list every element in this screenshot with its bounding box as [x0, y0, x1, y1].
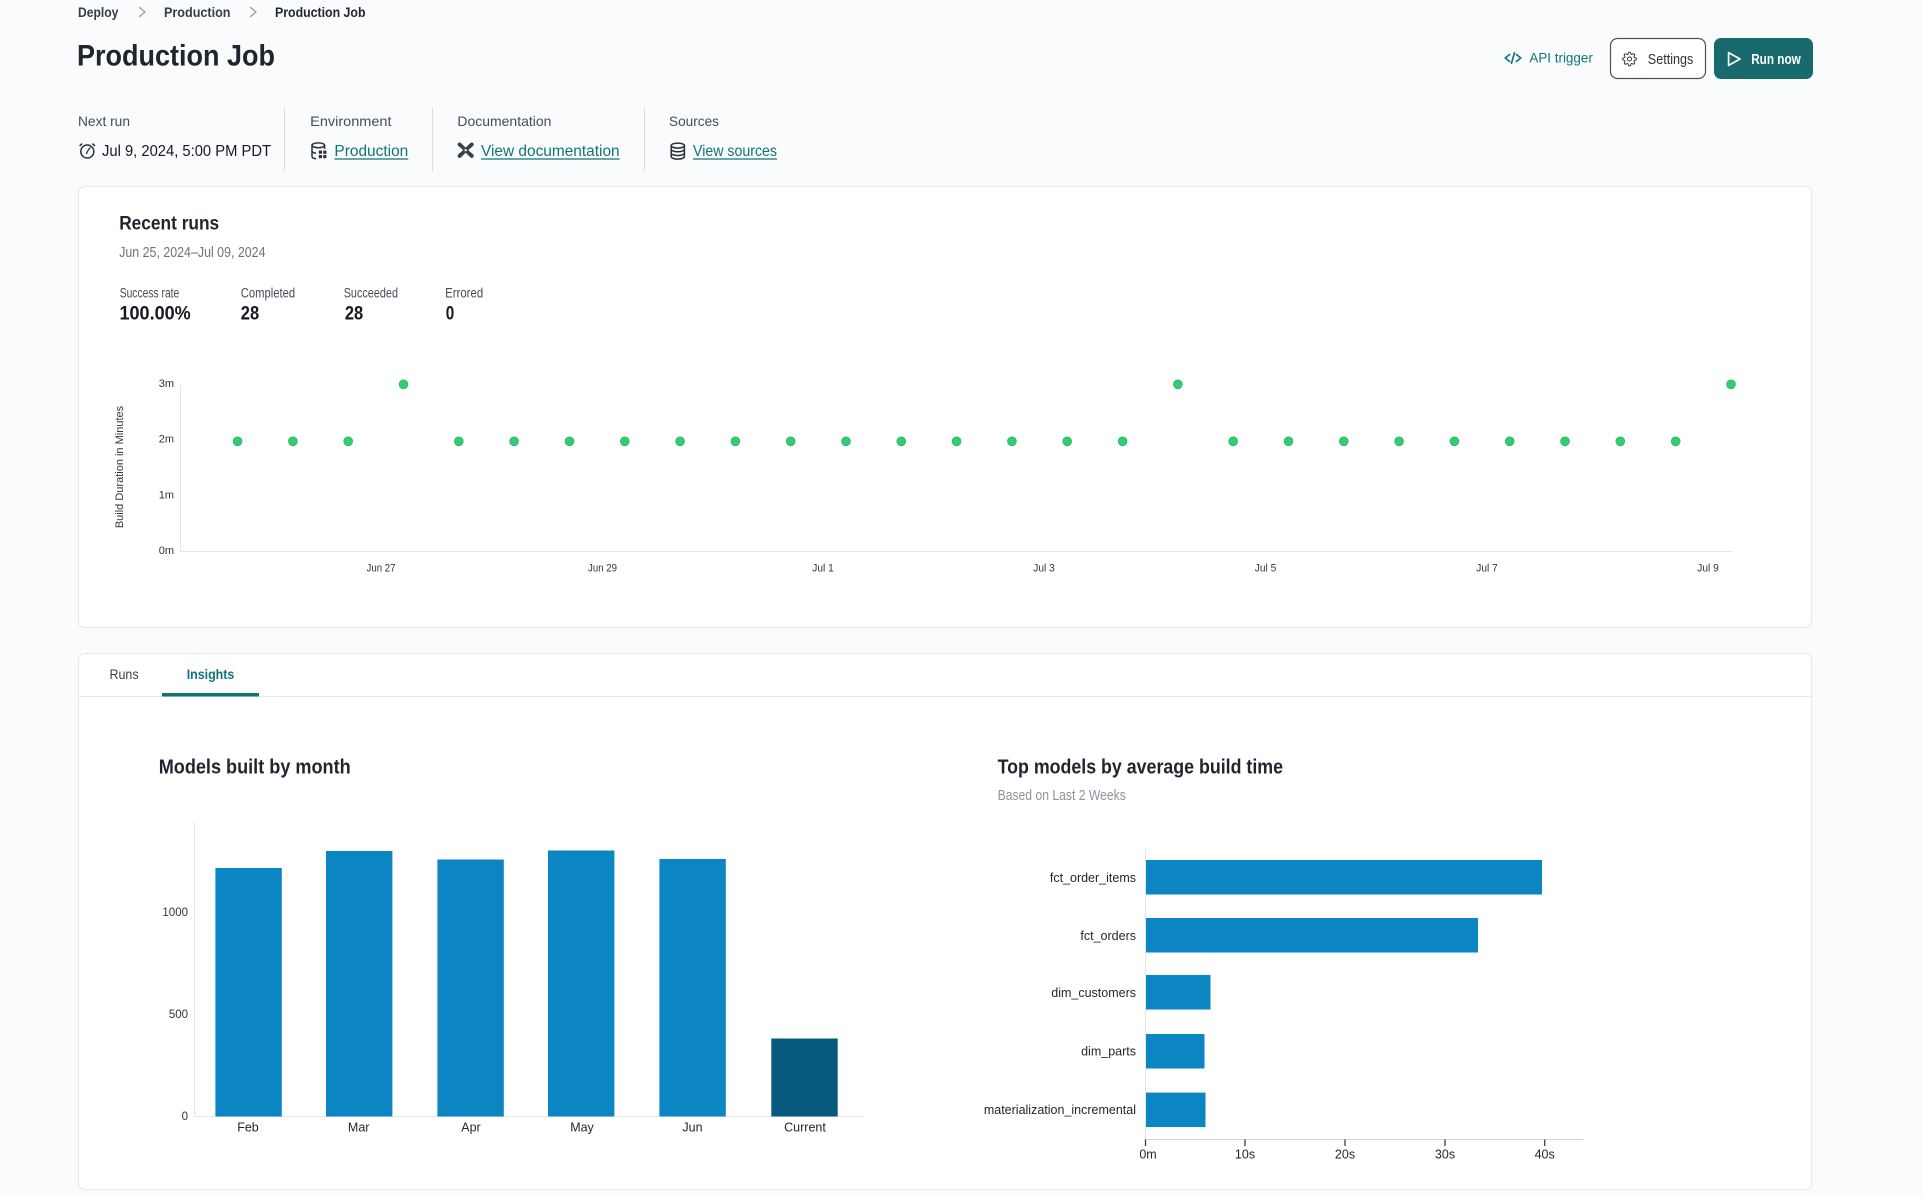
svg-text:dim_parts: dim_parts [1081, 1045, 1136, 1059]
svg-text:Runs: Runs [110, 666, 139, 682]
svg-text:Production: Production [334, 143, 408, 160]
svg-text:Jun 25, 2024–Jul 09, 2024: Jun 25, 2024–Jul 09, 2024 [119, 245, 265, 261]
svg-text:Production Job: Production Job [275, 5, 366, 20]
svg-text:2m: 2m [159, 434, 174, 446]
svg-text:Feb: Feb [237, 1121, 259, 1135]
svg-text:1m: 1m [159, 489, 174, 501]
svg-text:100.00%: 100.00% [120, 304, 191, 325]
svg-text:Sources: Sources [669, 113, 719, 129]
svg-text:Apr: Apr [461, 1121, 480, 1135]
svg-text:Mar: Mar [348, 1121, 370, 1135]
svg-text:API trigger: API trigger [1529, 51, 1593, 66]
svg-text:Jul 3: Jul 3 [1033, 563, 1055, 575]
svg-text:Succeeded: Succeeded [344, 286, 398, 301]
svg-text:0m: 0m [1139, 1148, 1156, 1162]
svg-text:Based on Last 2 Weeks: Based on Last 2 Weeks [998, 788, 1126, 804]
svg-text:0m: 0m [159, 545, 174, 557]
svg-text:Jun 27: Jun 27 [367, 563, 396, 575]
svg-text:0: 0 [182, 1111, 188, 1123]
svg-text:500: 500 [169, 1009, 188, 1021]
svg-text:20s: 20s [1335, 1148, 1355, 1162]
svg-text:Documentation: Documentation [457, 113, 551, 129]
svg-text:28: 28 [345, 304, 363, 325]
svg-text:30s: 30s [1435, 1148, 1455, 1162]
svg-text:Next run: Next run [78, 113, 130, 129]
svg-text:May: May [570, 1121, 594, 1135]
svg-text:1000: 1000 [162, 907, 188, 919]
svg-text:Errored: Errored [445, 286, 483, 301]
svg-text:Build Duration in Minutes: Build Duration in Minutes [114, 405, 126, 528]
svg-text:fct_orders: fct_orders [1080, 929, 1136, 943]
svg-text:Deploy: Deploy [78, 5, 119, 20]
svg-text:Jul 9: Jul 9 [1697, 563, 1719, 575]
svg-text:40s: 40s [1535, 1148, 1555, 1162]
svg-text:Success rate: Success rate [120, 286, 180, 301]
svg-text:dim_customers: dim_customers [1051, 986, 1136, 1000]
svg-text:materialization_incremental: materialization_incremental [984, 1103, 1136, 1117]
svg-text:10s: 10s [1235, 1148, 1255, 1162]
svg-text:0: 0 [446, 304, 455, 325]
svg-text:Jul 7: Jul 7 [1476, 563, 1498, 575]
svg-text:Current: Current [784, 1121, 826, 1135]
svg-text:Insights: Insights [187, 666, 235, 682]
svg-text:Settings: Settings [1648, 52, 1694, 68]
svg-text:Production: Production [164, 5, 231, 20]
svg-text:Completed: Completed [241, 286, 295, 301]
svg-text:Run now: Run now [1751, 52, 1801, 68]
svg-text:Environment: Environment [310, 113, 391, 129]
svg-text:View documentation: View documentation [481, 143, 620, 160]
svg-text:Jul 1: Jul 1 [812, 563, 834, 575]
svg-text:Jul 5: Jul 5 [1255, 563, 1277, 575]
svg-text:Top models by average build ti: Top models by average build time [998, 757, 1283, 779]
svg-text:Production Job: Production Job [77, 40, 275, 73]
svg-text:fct_order_items: fct_order_items [1050, 871, 1136, 885]
svg-text:Jun 29: Jun 29 [588, 563, 617, 575]
svg-text:View sources: View sources [693, 143, 777, 160]
svg-text:28: 28 [241, 304, 259, 325]
svg-text:Jun: Jun [682, 1121, 702, 1135]
svg-text:3m: 3m [159, 378, 174, 390]
svg-text:Jul 9, 2024, 5:00 PM PDT: Jul 9, 2024, 5:00 PM PDT [102, 143, 272, 160]
svg-text:Models built by month: Models built by month [159, 757, 351, 779]
svg-text:Recent runs: Recent runs [119, 214, 219, 235]
